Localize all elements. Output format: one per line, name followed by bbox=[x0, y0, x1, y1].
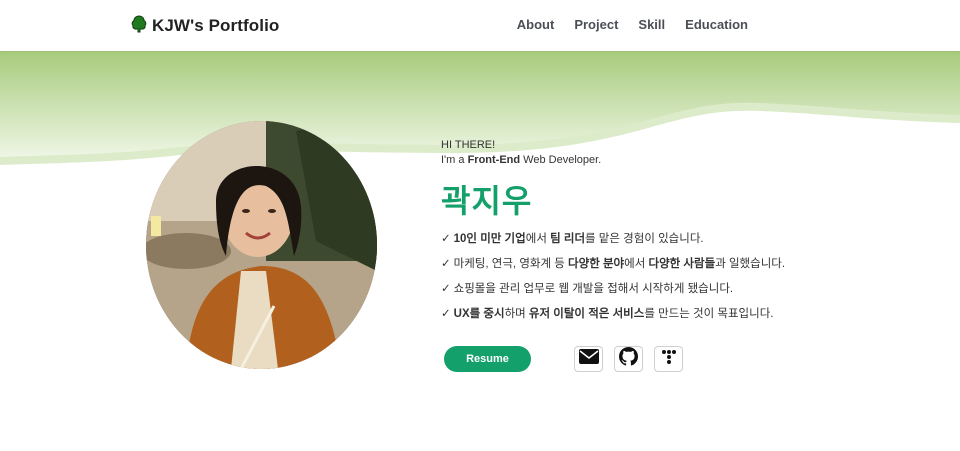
bullet-bold: 팀 리더 bbox=[550, 233, 586, 245]
bullet-text: 하며 bbox=[504, 308, 529, 320]
tistory-icon bbox=[661, 349, 677, 370]
github-icon bbox=[619, 347, 638, 371]
bullet-text: 과 일했습니다. bbox=[715, 258, 786, 270]
mail-icon bbox=[578, 349, 599, 369]
nav-skill[interactable]: Skill bbox=[638, 17, 665, 32]
greeting-text: HI THERE! bbox=[441, 139, 496, 151]
bullet-bold: 다양한 사람들 bbox=[648, 258, 716, 270]
github-link[interactable] bbox=[614, 346, 643, 372]
bullet-item: ✓ 10인 미만 기업에서 팀 리더를 맡은 경험이 있습니다. bbox=[441, 232, 785, 257]
resume-button[interactable]: Resume bbox=[444, 346, 531, 372]
role-highlight: Front-End bbox=[467, 154, 521, 166]
bullet-text: 를 만드는 것이 목표입니다. bbox=[644, 308, 774, 320]
role-suffix: Web Developer. bbox=[520, 154, 602, 166]
developer-name: 곽지우 bbox=[441, 183, 533, 219]
intro-block: HI THERE! I'm a Front-End Web Developer.… bbox=[441, 138, 601, 222]
tree-icon bbox=[131, 14, 147, 38]
check-icon: ✓ bbox=[441, 233, 451, 245]
bullet-item: ✓ UX를 중시하며 유저 이탈이 적은 서비스를 만드는 것이 목표입니다. bbox=[441, 307, 785, 332]
check-icon: ✓ bbox=[441, 258, 451, 270]
mail-link[interactable] bbox=[574, 346, 603, 372]
bullet-text: 에서 bbox=[525, 233, 551, 245]
check-icon: ✓ bbox=[441, 308, 451, 320]
bullet-bold: 10인 미만 기업 bbox=[453, 233, 526, 245]
bullet-list: ✓ 10인 미만 기업에서 팀 리더를 맡은 경험이 있습니다. ✓ 마케팅, 연극… bbox=[441, 232, 785, 332]
main-nav: About Project Skill Education bbox=[517, 17, 748, 32]
logo-text: KJW's Portfolio bbox=[152, 16, 280, 35]
bullet-bold: 유저 이탈이 적은 서비스 bbox=[528, 308, 645, 320]
bullet-text: 에서 bbox=[624, 258, 649, 270]
role-text: I'm a Front-End Web Developer. bbox=[441, 153, 601, 168]
bullet-bold: 다양한 분야 bbox=[568, 258, 625, 270]
bullet-text: 마케팅, 연극, 영화계 등 bbox=[453, 258, 569, 270]
bullet-text: 쇼핑몰을 관리 업무로 웹 개발을 접해서 시작하게 됐습니다. bbox=[453, 283, 734, 295]
tistory-link[interactable] bbox=[654, 346, 683, 372]
top-navigation-bar: KJW's Portfolio About Project Skill Educ… bbox=[0, 0, 960, 51]
nav-education[interactable]: Education bbox=[685, 17, 748, 32]
bullet-item: ✓ 마케팅, 연극, 영화계 등 다양한 분야에서 다양한 사람들과 일했습니다. bbox=[441, 257, 785, 282]
bullet-item: ✓ 쇼핑몰을 관리 업무로 웹 개발을 접해서 시작하게 됐습니다. bbox=[441, 282, 785, 307]
bullet-text: 를 맡은 경험이 있습니다. bbox=[585, 233, 704, 245]
bullet-bold: UX를 중시 bbox=[453, 308, 505, 320]
logo[interactable]: KJW's Portfolio bbox=[131, 14, 279, 38]
check-icon: ✓ bbox=[441, 283, 451, 295]
role-prefix: I'm a bbox=[441, 154, 468, 166]
nav-project[interactable]: Project bbox=[574, 17, 618, 32]
profile-photo bbox=[146, 121, 377, 369]
nav-about[interactable]: About bbox=[517, 17, 555, 32]
